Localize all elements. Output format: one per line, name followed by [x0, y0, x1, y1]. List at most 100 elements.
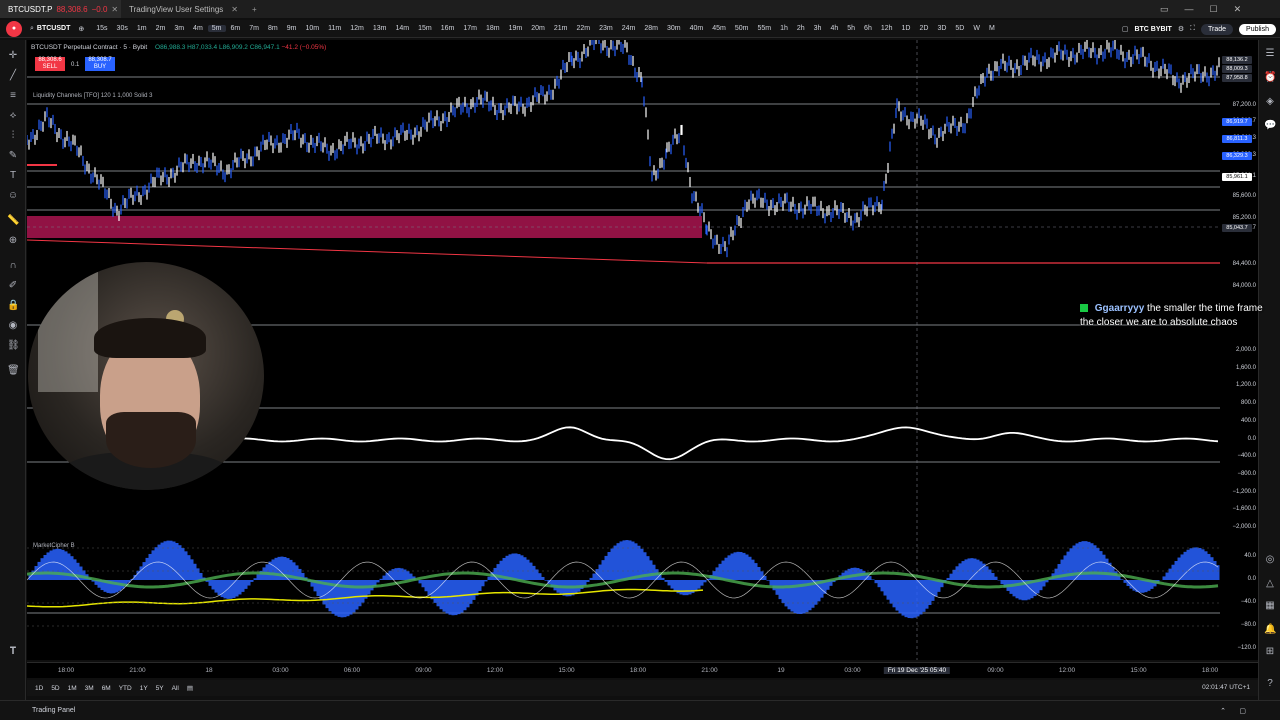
emoji-icon[interactable]: ☺: [7, 190, 19, 202]
range-button[interactable]: 3M: [85, 685, 94, 692]
trading-panel-tab[interactable]: Trading Panel: [32, 707, 75, 714]
timeframe-button[interactable]: 17m: [459, 25, 481, 32]
new-tab-icon[interactable]: +: [246, 5, 263, 14]
sell-button[interactable]: 88,308.6 SELL: [35, 57, 65, 71]
link-icon[interactable]: ⛓: [7, 340, 20, 352]
browser-tab-settings[interactable]: TradingView User Settings ✕: [121, 0, 246, 18]
magnet-icon[interactable]: ∩: [7, 260, 19, 272]
trendline-icon[interactable]: ╱: [7, 70, 19, 82]
avatar[interactable]: ●: [6, 20, 22, 37]
timeframe-button[interactable]: 1m: [133, 25, 151, 32]
clock[interactable]: 02:01:47 UTC+1: [1202, 684, 1250, 691]
time-axis[interactable]: 18:00 21:00 18 03:00 06:00 09:00 12:00 15:00 18:…: [27, 662, 1258, 678]
chat-icon[interactable]: 💬: [1264, 120, 1276, 132]
browser-tab-chart[interactable]: BTCUSDT.P 88,308.6 −0.0 ✕: [0, 0, 121, 18]
measure-icon[interactable]: 📏: [7, 215, 19, 227]
timeframe-button[interactable]: 1D: [898, 25, 915, 32]
search-icon[interactable]: ⌕: [30, 25, 34, 33]
target-icon[interactable]: ◎: [1264, 554, 1276, 566]
pattern-icon[interactable]: ⟡: [7, 110, 19, 122]
text-icon[interactable]: T: [7, 170, 19, 182]
crosshair-icon[interactable]: ✛: [7, 50, 19, 62]
range-button[interactable]: 1Y: [140, 685, 148, 692]
publish-button[interactable]: Publish: [1239, 23, 1276, 35]
timeframe-button[interactable]: 55m: [753, 25, 775, 32]
eye-icon[interactable]: ◉: [7, 320, 19, 332]
timeframe-button[interactable]: 28m: [640, 25, 662, 32]
timeframe-button[interactable]: 6m: [227, 25, 245, 32]
timeframe-button[interactable]: 4h: [826, 25, 842, 32]
cast-icon[interactable]: ▭: [1160, 4, 1169, 15]
watchlist-icon[interactable]: ☰: [1264, 48, 1276, 60]
timeframe-button[interactable]: 15s: [92, 25, 111, 32]
timeframe-button[interactable]: 2m: [152, 25, 170, 32]
settings-icon[interactable]: ⚙: [1178, 25, 1184, 33]
timeframe-button[interactable]: W: [969, 25, 984, 32]
range-button[interactable]: All: [172, 685, 179, 692]
liquidity-indicator-label[interactable]: Liquidity Channels [TFO] 120 1 1,000 Sol…: [33, 93, 152, 99]
window-close-icon[interactable]: ✕: [1234, 4, 1242, 15]
timeframe-button[interactable]: 20m: [527, 25, 549, 32]
timeframe-button[interactable]: 14m: [391, 25, 413, 32]
alerts-icon[interactable]: ⏰: [1264, 72, 1276, 84]
timeframe-button[interactable]: 30s: [113, 25, 132, 32]
close-icon[interactable]: ✕: [111, 5, 118, 14]
timeframe-button[interactable]: 10m: [301, 25, 323, 32]
projection-icon[interactable]: ⫶: [7, 130, 19, 142]
timeframe-button[interactable]: 5m: [207, 25, 226, 32]
timeframe-button[interactable]: 2D: [915, 25, 932, 32]
timeframe-button[interactable]: 24m: [618, 25, 640, 32]
timeframe-button[interactable]: 16m: [437, 25, 459, 32]
trash-icon[interactable]: 🗑: [7, 365, 20, 377]
timeframe-button[interactable]: 7m: [245, 25, 263, 32]
timeframe-button[interactable]: 1h: [776, 25, 792, 32]
add-symbol-icon[interactable]: ⊕: [78, 25, 84, 33]
timeframe-button[interactable]: 18m: [482, 25, 504, 32]
timeframe-button[interactable]: 21m: [550, 25, 572, 32]
pencil-lock-icon[interactable]: ✐: [7, 280, 19, 292]
timeframe-button[interactable]: 3m: [170, 25, 188, 32]
range-button[interactable]: YTD: [119, 685, 132, 692]
timeframe-button[interactable]: 2h: [793, 25, 809, 32]
timeframe-button[interactable]: 13m: [369, 25, 391, 32]
timeframe-button[interactable]: 23m: [595, 25, 617, 32]
grid-icon[interactable]: ⊞: [1264, 646, 1276, 658]
timeframe-button[interactable]: M: [985, 25, 999, 32]
zoom-icon[interactable]: ⊕: [7, 235, 19, 247]
marketcipher-indicator-label[interactable]: MarketCipher B: [33, 543, 75, 549]
timeframe-button[interactable]: 19m: [505, 25, 527, 32]
date-range-icon[interactable]: ▤: [187, 684, 193, 692]
buy-button[interactable]: 88,308.7 BUY: [85, 57, 115, 71]
range-button[interactable]: 1M: [68, 685, 77, 692]
timeframe-button[interactable]: 8m: [264, 25, 282, 32]
fullscreen-icon[interactable]: ⛶: [1190, 25, 1195, 33]
timeframe-button[interactable]: 3D: [933, 25, 950, 32]
symbol-search[interactable]: BTCUSDT: [37, 25, 70, 32]
timeframe-button[interactable]: 9m: [283, 25, 301, 32]
tv-logo-icon[interactable]: 𝐓: [7, 646, 19, 658]
close-icon[interactable]: ✕: [231, 5, 238, 14]
timeframe-button[interactable]: 3h: [810, 25, 826, 32]
brush-icon[interactable]: ✎: [7, 150, 19, 162]
timeframe-button[interactable]: 12h: [877, 25, 897, 32]
maximize-icon[interactable]: ☐: [1210, 4, 1218, 15]
help-icon[interactable]: ?: [1264, 678, 1276, 690]
trade-button[interactable]: Trade: [1201, 23, 1234, 35]
timeframe-button[interactable]: 45m: [708, 25, 730, 32]
timeframe-button[interactable]: 40m: [686, 25, 708, 32]
timeframe-button[interactable]: 4m: [189, 25, 207, 32]
minimize-icon[interactable]: —: [1185, 4, 1194, 14]
fib-icon[interactable]: ≡: [7, 90, 19, 102]
maximize-panel-icon[interactable]: ▢: [1239, 707, 1246, 715]
lock-icon[interactable]: 🔒: [7, 300, 19, 312]
timeframe-button[interactable]: 15m: [414, 25, 436, 32]
calendar-icon[interactable]: ▦: [1264, 600, 1276, 612]
timeframe-button[interactable]: 5h: [843, 25, 859, 32]
ideas-icon[interactable]: △: [1264, 578, 1276, 590]
timeframe-button[interactable]: 30m: [663, 25, 685, 32]
range-button[interactable]: 1D: [35, 685, 43, 692]
timeframe-button[interactable]: 11m: [324, 25, 345, 32]
timeframe-button[interactable]: 6h: [860, 25, 876, 32]
range-button[interactable]: 5D: [51, 685, 59, 692]
timeframe-button[interactable]: 22m: [572, 25, 594, 32]
